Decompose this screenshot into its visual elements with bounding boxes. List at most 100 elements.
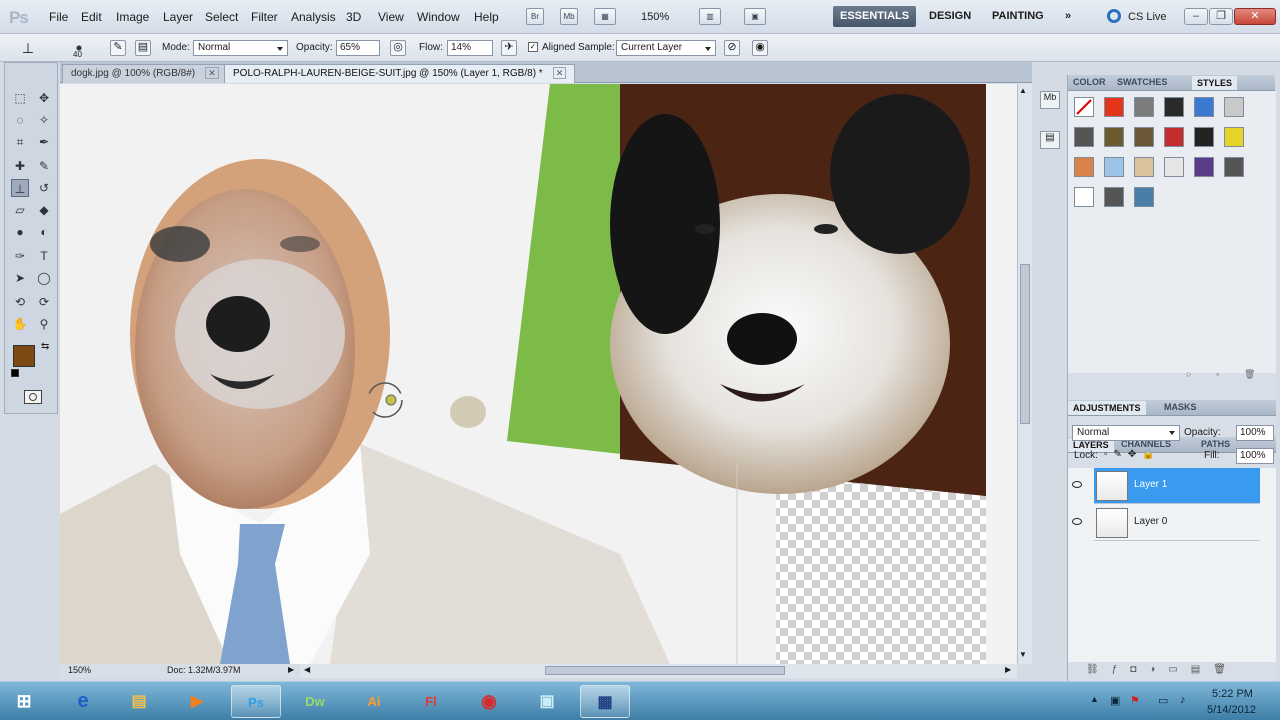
style-swatch[interactable] — [1134, 127, 1154, 147]
dodge-tool-icon[interactable]: ◐ — [35, 223, 53, 241]
style-swatch[interactable] — [1194, 157, 1214, 177]
crop-tool-icon[interactable]: ⌗ — [11, 133, 29, 151]
paint-bucket-tool-icon[interactable]: ◆ — [35, 201, 53, 219]
screen-capture-icon[interactable]: ▦ — [580, 685, 630, 718]
sample-select[interactable]: Current Layer — [616, 40, 716, 56]
tray-security-icon[interactable]: ⚑ — [1130, 694, 1140, 707]
menu-3d[interactable]: 3D — [346, 10, 361, 24]
clone-stamp-tool-icon[interactable]: ⊥ — [11, 179, 29, 197]
style-swatch[interactable] — [1074, 187, 1094, 207]
illustrator-icon[interactable]: Ai — [349, 685, 399, 718]
tab-masks[interactable]: MASKS — [1164, 402, 1197, 412]
style-swatch[interactable] — [1104, 127, 1124, 147]
mode-select[interactable]: Normal — [193, 40, 288, 56]
marquee-tool-icon[interactable]: ⬚ — [11, 89, 29, 107]
menu-edit[interactable]: Edit — [81, 10, 102, 24]
clone-source-panel-icon[interactable]: ▤ — [135, 40, 151, 56]
scroll-right-icon[interactable]: ▶ — [1005, 665, 1011, 674]
arrange-documents-button[interactable]: ▥ — [699, 8, 721, 25]
workspace-painting[interactable]: PAINTING — [985, 6, 1051, 27]
document-tab-dogk[interactable]: dogk.jpg @ 100% (RGB/8#) ✕ — [62, 64, 228, 83]
bridge-button[interactable]: Br — [526, 8, 544, 25]
swap-colors-icon[interactable]: ⇆ — [41, 341, 49, 352]
menu-filter[interactable]: Filter — [251, 10, 278, 24]
style-swatch[interactable] — [1104, 157, 1124, 177]
ignore-adjustment-icon[interactable]: ⊘ — [724, 40, 740, 56]
quick-mask-icon[interactable] — [24, 390, 42, 404]
history-brush-tool-icon[interactable]: ↺ — [35, 179, 53, 197]
scroll-down-icon[interactable]: ▼ — [1019, 650, 1027, 659]
dreamweaver-icon[interactable]: Dw — [290, 685, 340, 718]
zoom-tool-icon[interactable]: ⚲ — [35, 315, 53, 333]
style-swatch[interactable] — [1194, 127, 1214, 147]
style-swatch[interactable] — [1134, 157, 1154, 177]
brush-panel-toggle-icon[interactable]: ✎ — [110, 40, 126, 56]
menu-window[interactable]: Window — [417, 10, 460, 24]
tab-adjustments[interactable]: ADJUSTMENTS — [1068, 401, 1146, 415]
flow-input[interactable]: 14% — [447, 40, 493, 56]
close-button[interactable]: ✕ — [1234, 8, 1276, 25]
style-none-swatch[interactable] — [1074, 97, 1094, 117]
new-style-icon[interactable]: ▫ — [1216, 369, 1219, 379]
tab-swatches[interactable]: SWATCHES — [1117, 77, 1167, 87]
style-swatch[interactable] — [1074, 127, 1094, 147]
lasso-tool-icon[interactable]: ◌ — [11, 111, 29, 129]
tab-close-icon[interactable]: ✕ — [205, 67, 219, 79]
style-swatch[interactable] — [1134, 97, 1154, 117]
delete-style-icon[interactable]: 🗑 — [1244, 369, 1255, 380]
media-player-icon[interactable]: ▶ — [172, 685, 222, 718]
style-swatch[interactable] — [1104, 97, 1124, 117]
style-swatch[interactable] — [1224, 97, 1244, 117]
style-swatch[interactable] — [1134, 187, 1154, 207]
tab-paths[interactable]: PATHS — [1201, 439, 1230, 449]
remote-desktop-icon[interactable]: ▣ — [522, 685, 572, 718]
eye-icon[interactable] — [1072, 518, 1082, 525]
default-colors-icon[interactable] — [11, 369, 19, 377]
menu-file[interactable]: File — [49, 10, 68, 24]
fill-input[interactable]: 100% — [1236, 448, 1274, 464]
screen-mode-button[interactable]: ▣ — [744, 8, 766, 25]
menu-select[interactable]: Select — [205, 10, 238, 24]
pressure-opacity-icon[interactable]: ◎ — [390, 40, 406, 56]
style-swatch[interactable] — [1104, 187, 1124, 207]
style-swatch[interactable] — [1164, 127, 1184, 147]
hand-tool-icon[interactable]: ✋ — [11, 315, 29, 333]
workspace-design[interactable]: DESIGN — [922, 6, 978, 27]
opacity-input[interactable]: 65% — [336, 40, 380, 56]
scroll-up-icon[interactable]: ▲ — [1019, 86, 1027, 95]
tab-styles[interactable]: STYLES — [1192, 76, 1238, 90]
scroll-thumb[interactable] — [1020, 264, 1030, 424]
pressure-size-icon[interactable]: ◉ — [752, 40, 768, 56]
menu-analysis[interactable]: Analysis — [291, 10, 336, 24]
minimize-button[interactable]: – — [1184, 8, 1208, 25]
3d-orbit-tool-icon[interactable]: ⟳ — [35, 293, 53, 311]
mini-bridge-button[interactable]: Mb — [560, 8, 578, 25]
mini-bridge-panel-icon[interactable]: Mb — [1040, 91, 1060, 109]
pen-tool-icon[interactable]: ✑ — [11, 247, 29, 265]
document-tab-polo[interactable]: POLO-RALPH-LAUREN-BEIGE-SUIT.jpg @ 150% … — [224, 64, 576, 83]
status-menu-icon[interactable]: ▶ — [288, 665, 294, 674]
vertical-scrollbar[interactable]: ▲ ▼ — [1017, 84, 1032, 664]
ellipse-tool-icon[interactable]: ◯ — [35, 269, 53, 287]
move-tool-icon[interactable]: ✥ — [35, 89, 53, 107]
blur-tool-icon[interactable]: ● — [11, 223, 29, 241]
layer-row-layer-0[interactable]: Layer 0 — [1094, 505, 1260, 541]
workspace-essentials[interactable]: ESSENTIALS — [833, 6, 917, 27]
tab-color[interactable]: COLOR — [1073, 77, 1106, 87]
3d-rotate-tool-icon[interactable]: ⟲ — [11, 293, 29, 311]
layers-footer-icons[interactable]: ⛓ƒ◘◑▭▤🗑 — [1086, 664, 1239, 675]
chrome-icon[interactable]: ◉ — [464, 685, 514, 718]
tray-display-icon[interactable]: ▭ — [1158, 694, 1168, 707]
photoshop-icon[interactable]: Ps — [231, 685, 281, 718]
style-clear-icon[interactable]: ○ — [1186, 369, 1191, 379]
aligned-checkbox[interactable]: ✓ — [528, 42, 538, 52]
clone-stamp-preset-icon[interactable]: ⊥ — [18, 38, 38, 58]
spot-healing-tool-icon[interactable]: ✚ — [11, 157, 29, 175]
explorer-icon[interactable]: ▤ — [114, 685, 164, 718]
path-selection-tool-icon[interactable]: ➤ — [11, 269, 29, 287]
foreground-color-swatch[interactable] — [13, 345, 35, 367]
tray-time[interactable]: 5:22 PM — [1212, 688, 1253, 700]
blend-mode-select[interactable]: Normal — [1072, 425, 1180, 441]
status-zoom[interactable]: 150% — [68, 665, 91, 675]
style-swatch[interactable] — [1224, 157, 1244, 177]
